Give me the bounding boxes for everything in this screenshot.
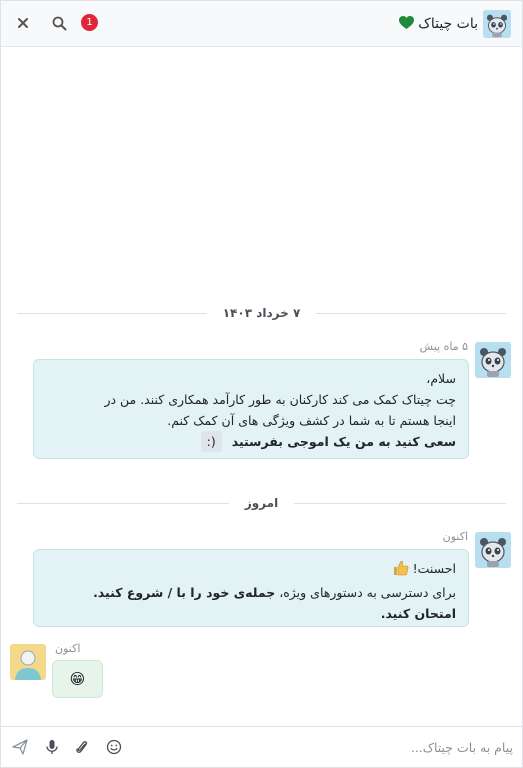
emoji-icon[interactable]: [105, 738, 123, 756]
user-avatar[interactable]: [10, 644, 46, 680]
date-divider-label: ۷ خرداد ۱۴۰۳: [222, 306, 301, 320]
message-bold-text: جمله‌ی خود را با / شروع کنید.: [93, 585, 276, 600]
close-icon[interactable]: [13, 13, 33, 33]
message-line: سعی کنید به من یک اموجی بفرستید :): [46, 431, 456, 452]
chat-title-group: بات چیتاک: [399, 12, 478, 36]
message-timestamp: اکنون: [55, 642, 81, 655]
bot-avatar[interactable]: [475, 342, 511, 378]
date-divider: امروز: [17, 493, 506, 513]
emoji-content: 😁: [69, 670, 86, 688]
date-divider: ۷ خرداد ۱۴۰۳: [17, 303, 506, 323]
message-line: امتحان کنید.: [46, 603, 456, 624]
paperclip-icon[interactable]: [73, 738, 91, 756]
microphone-icon[interactable]: [43, 738, 61, 756]
search-icon[interactable]: [49, 13, 69, 33]
notification-badge[interactable]: 1: [81, 14, 98, 31]
emoji-hint: :): [200, 431, 222, 452]
chat-header: 1 بات چیتاک: [1, 1, 522, 47]
message-bubble: 😁: [52, 660, 103, 698]
message-line: احسنت!: [46, 558, 456, 582]
date-divider-label: امروز: [244, 496, 279, 510]
message-bubble: احسنت! برای دسترسی به دستورهای ویژه، جمل…: [33, 549, 469, 627]
chat-window: 1 بات چیتاک ۷ خرداد ۱۴۰۳ ۵ ماه پیش سلام،…: [0, 0, 523, 768]
message-bubble: سلام، چت چیتاک کمک می کند کارکنان به طور…: [33, 359, 469, 459]
chat-title: بات چیتاک: [418, 16, 478, 32]
message-thread[interactable]: ۷ خرداد ۱۴۰۳ ۵ ماه پیش سلام، چت چیتاک کم…: [1, 48, 522, 726]
message-text: احسنت!: [412, 561, 456, 576]
message-text: برای دسترسی به دستورهای ویژه،: [275, 585, 456, 600]
message-input[interactable]: [127, 735, 513, 759]
message-line: سلام،: [426, 371, 456, 386]
message-bold-text: سعی کنید به من یک اموجی بفرستید: [231, 434, 456, 449]
message-timestamp: اکنون: [442, 530, 468, 543]
message-bold-text: امتحان کنید.: [380, 606, 456, 621]
message-line: برای دسترسی به دستورهای ویژه، جمله‌ی خود…: [46, 582, 456, 603]
heart-icon: [399, 15, 415, 34]
thumbs-up-icon: [393, 560, 409, 582]
message-timestamp: ۵ ماه پیش: [419, 340, 468, 353]
message-composer: [1, 726, 522, 767]
bot-avatar[interactable]: [475, 532, 511, 568]
message-line: اینجا هستم تا به شما در کشف ویژگی های آن…: [167, 413, 456, 428]
bot-avatar[interactable]: [483, 10, 511, 38]
send-icon[interactable]: [11, 738, 29, 756]
message-line: چت چیتاک کمک می کند کارکنان به طور کارآم…: [104, 392, 456, 407]
